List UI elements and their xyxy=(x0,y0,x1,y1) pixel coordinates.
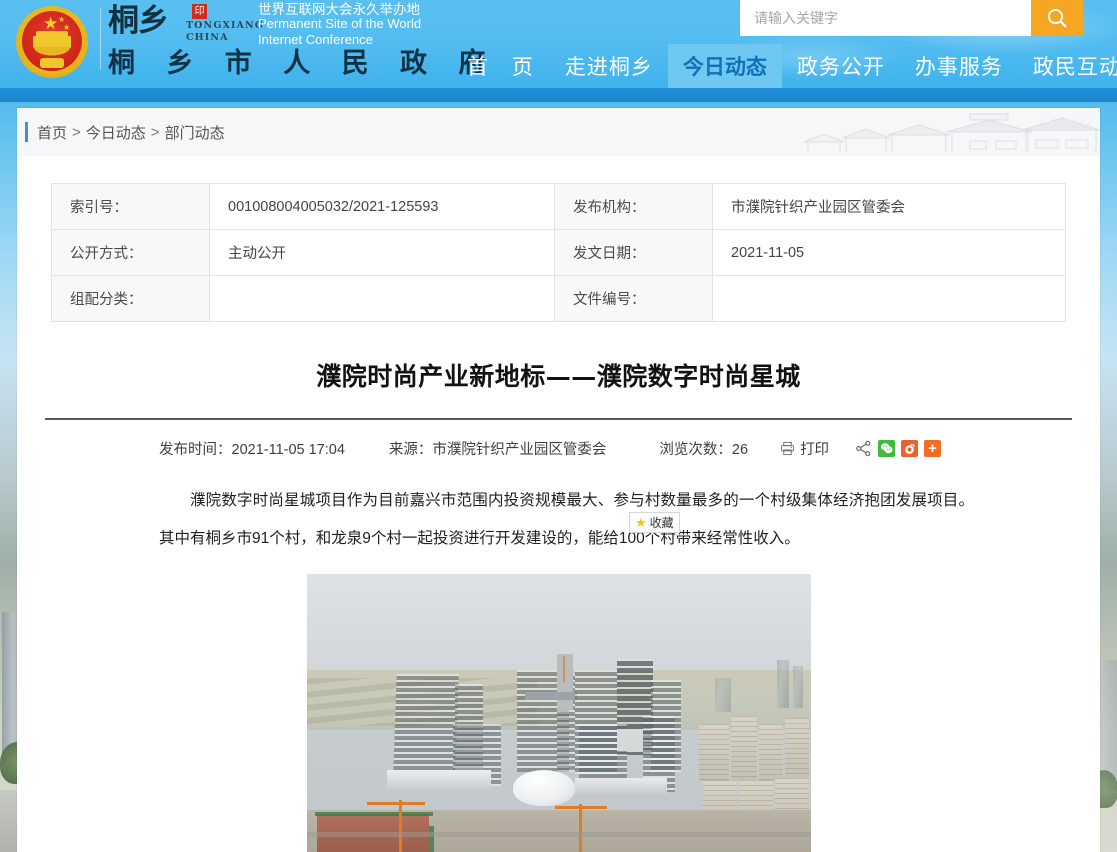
favorite-button[interactable]: ★ 收藏 xyxy=(629,512,680,533)
article-meta-bar: 发布时间：2021-11-05 17:04 来源：市濮院针织产业园区管委会 浏览… xyxy=(17,436,1100,460)
article-image xyxy=(306,574,811,852)
content-card: 首页 > 今日动态 > 部门动态 索引号： 001008004005032/20… xyxy=(17,108,1100,852)
favorite-label: 收藏 xyxy=(649,515,674,530)
seal-stamp-icon: 印 xyxy=(192,4,207,19)
search-button[interactable] xyxy=(1031,0,1083,36)
dome-structure xyxy=(512,770,575,806)
national-emblem-icon: ★ ★ ★ ★ ★ xyxy=(13,3,91,81)
meta-value-publisher: 市濮院针织产业园区管委会 xyxy=(712,183,1066,230)
government-title: 桐 乡 市 人 民 政 府 xyxy=(108,48,497,79)
breadcrumb-separator-2: > xyxy=(150,123,160,141)
breadcrumb: 首页 > 今日动态 > 部门动态 xyxy=(17,108,1100,156)
print-button[interactable]: 打印 xyxy=(780,438,829,459)
meta-label-publisher: 发布机构： xyxy=(554,183,713,230)
meta-label-disclosure-method: 公开方式： xyxy=(51,229,210,276)
nav-item-interact[interactable]: 政民互动 xyxy=(1018,44,1117,88)
main-navigation: 首 页 走进桐乡 今日动态 政务公开 办事服务 政民互动 部门频道 xyxy=(452,44,1117,88)
share-network-icon[interactable] xyxy=(855,440,872,457)
nav-item-home[interactable]: 首 页 xyxy=(452,44,550,88)
breadcrumb-band: 首页 > 今日动态 > 部门动态 xyxy=(17,108,1100,156)
nav-item-gov-open[interactable]: 政务公开 xyxy=(782,44,900,88)
view-count: 浏览次数：26 xyxy=(659,441,749,458)
breadcrumb-item-home[interactable]: 首页 xyxy=(37,122,67,143)
meta-value-index-number: 001008004005032/2021-125593 xyxy=(209,183,555,230)
breadcrumb-separator-1: > xyxy=(72,123,81,141)
page-wrapper: 首页 > 今日动态 > 部门动态 索引号： 001008004005032/20… xyxy=(0,102,1117,852)
wechat-icon[interactable] xyxy=(878,439,896,457)
printer-icon xyxy=(780,441,795,456)
tongxiang-logo-text[interactable]: 桐乡 xyxy=(108,0,188,44)
star-icon: ★ xyxy=(635,515,647,530)
site-header: ★ ★ ★ ★ ★ 桐乡 印 TONGXIANG CHINA 世界互联网大会永久… xyxy=(0,0,1117,88)
title-divider xyxy=(45,418,1072,420)
meta-label-index-number: 索引号： xyxy=(51,183,210,230)
breadcrumb-item-news[interactable]: 今日动态 xyxy=(86,122,146,143)
weibo-icon[interactable] xyxy=(901,439,919,457)
romanized-line-1: TONGXIANG xyxy=(186,20,265,31)
search-input[interactable] xyxy=(740,0,1031,36)
nav-item-news-today[interactable]: 今日动态 xyxy=(667,44,782,88)
table-row: 索引号： 001008004005032/2021-125593 发布机构： 市… xyxy=(51,183,1066,230)
share-row: + xyxy=(855,439,942,457)
header-bottom-strip xyxy=(0,88,1117,102)
slogan-english: Permanent Site of the World Internet Con… xyxy=(258,16,421,47)
article-body: 濮院数字时尚星城项目作为目前嘉兴市范围内投资规模最大、参与村数量最多的一个村级集… xyxy=(17,482,1100,558)
document-metadata-table: 索引号： 001008004005032/2021-125593 发布机构： 市… xyxy=(51,183,1066,322)
page-title: 濮院时尚产业新地标——濮院数字时尚星城 xyxy=(316,362,801,391)
meta-value-publish-date: 2021-11-05 xyxy=(712,229,1066,276)
nav-item-about[interactable]: 走进桐乡 xyxy=(550,44,668,88)
table-row: 组配分类： 文件编号： xyxy=(51,275,1066,322)
search-box xyxy=(740,0,1083,36)
breadcrumb-item-department[interactable]: 部门动态 xyxy=(165,122,225,143)
print-label: 打印 xyxy=(800,441,830,458)
search-icon xyxy=(1046,7,1068,29)
meta-label-document-number: 文件编号： xyxy=(554,275,713,322)
meta-value-document-number xyxy=(712,275,1066,322)
article-paragraph: 濮院数字时尚星城项目作为目前嘉兴市范围内投资规模最大、参与村数量最多的一个村级集… xyxy=(159,492,974,547)
meta-value-disclosure-method: 主动公开 xyxy=(209,229,555,276)
nav-item-services[interactable]: 办事服务 xyxy=(900,44,1018,88)
table-row: 公开方式： 主动公开 发文日期： 2021-11-05 xyxy=(51,229,1066,276)
romanized-line-2: CHINA xyxy=(186,32,229,43)
romanized-name: TONGXIANG CHINA xyxy=(186,20,264,44)
meta-value-category xyxy=(209,275,555,322)
header-divider xyxy=(100,8,101,70)
slogan-english-line-1: Permanent Site of the World xyxy=(258,16,422,31)
article-source: 来源：市濮院针织产业园区管委会 xyxy=(388,441,607,458)
publish-time: 发布时间：2021-11-05 17:04 xyxy=(159,441,345,458)
meta-label-publish-date: 发文日期： xyxy=(554,229,713,276)
share-more-icon[interactable]: + xyxy=(924,439,942,457)
meta-label-category: 组配分类： xyxy=(51,275,210,322)
